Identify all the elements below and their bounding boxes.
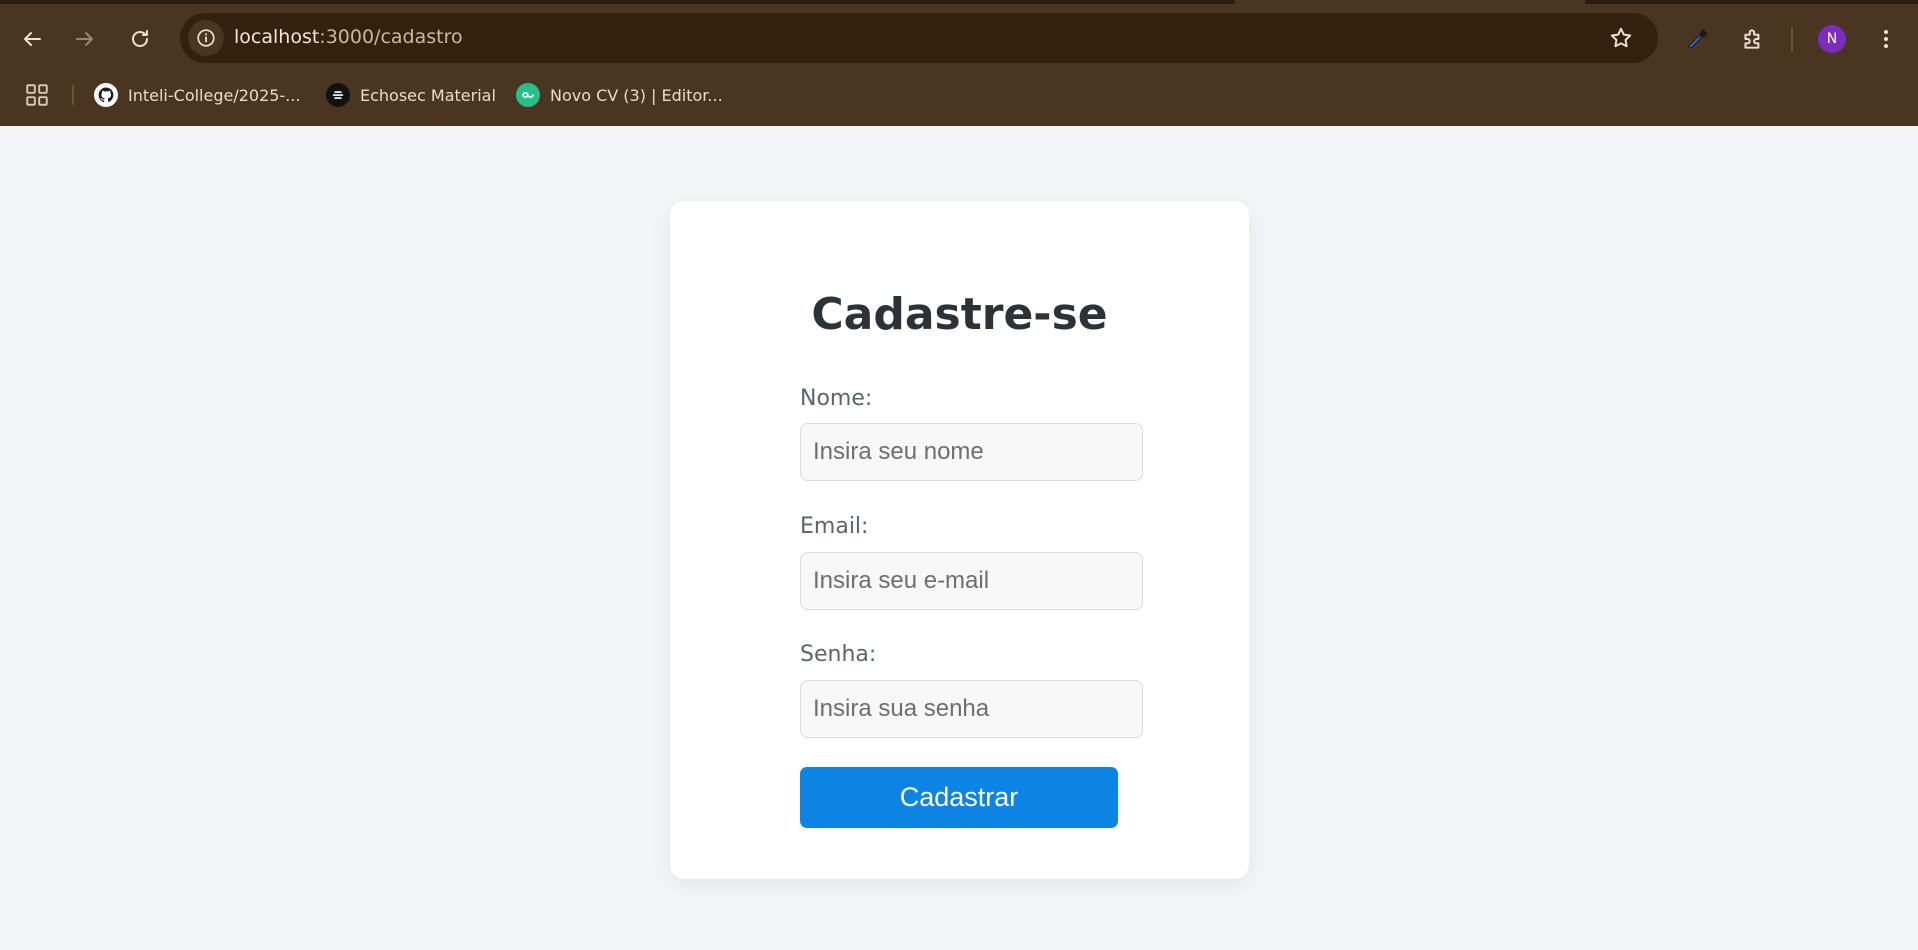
- name-input[interactable]: [800, 423, 1143, 481]
- tab-strip: [0, 0, 1918, 4]
- puzzle-icon: [1744, 29, 1760, 49]
- url-path: :3000/cadastro: [319, 26, 463, 48]
- eyedropper-icon: [1688, 29, 1708, 49]
- browser-toolbar: localhost:3000/cadastro N Inteli-College…: [0, 0, 1918, 126]
- profile-avatar[interactable]: N: [1818, 25, 1846, 53]
- forward-button[interactable]: [66, 20, 104, 58]
- browser-menu-button[interactable]: [1870, 23, 1902, 55]
- signup-card: Cadastre-se Nome: Email: Senha: Cadastra…: [670, 201, 1249, 879]
- email-input[interactable]: [800, 552, 1143, 610]
- bookmark-label: Echosec Material: [360, 85, 496, 105]
- active-tab[interactable]: [1235, 0, 1585, 4]
- site-info-button[interactable]: [188, 20, 224, 56]
- bookmark-star-icon[interactable]: [1608, 25, 1634, 51]
- bookmark-inteli-college[interactable]: Inteli-College/2025-...: [94, 80, 300, 110]
- page-title: Cadastre-se: [811, 289, 1108, 340]
- submit-button[interactable]: Cadastrar: [800, 767, 1118, 828]
- back-button[interactable]: [13, 20, 51, 58]
- bookmarks-bar: Inteli-College/2025-... Echosec Material…: [0, 76, 1918, 114]
- toolbar-divider: [1791, 27, 1793, 51]
- apps-grid-icon[interactable]: [24, 82, 50, 108]
- kebab-menu-icon: [1884, 30, 1888, 48]
- reload-icon: [132, 30, 148, 47]
- email-label: Email:: [800, 514, 869, 539]
- arrow-right-icon: [76, 32, 93, 46]
- bookmark-label: Novo CV (3) | Editor...: [550, 85, 723, 105]
- bookmarks-divider: [72, 85, 74, 105]
- url-host: localhost: [234, 26, 320, 48]
- password-label: Senha:: [800, 642, 877, 667]
- arrow-left-icon: [24, 32, 41, 46]
- bookmark-novo-cv[interactable]: Novo CV (3) | Editor...: [516, 80, 723, 110]
- novo-cv-icon: [516, 83, 540, 107]
- bookmark-label: Inteli-College/2025-...: [128, 85, 301, 105]
- bookmark-echosec-material[interactable]: Echosec Material: [326, 80, 496, 110]
- url-text[interactable]: localhost:3000/cadastro: [234, 26, 463, 48]
- extensions-button[interactable]: [1737, 23, 1769, 55]
- eyedropper-extension-button[interactable]: [1682, 23, 1714, 55]
- github-icon: [94, 83, 118, 107]
- name-label: Nome:: [800, 386, 873, 411]
- reload-button[interactable]: [121, 20, 159, 58]
- echosec-icon: [326, 83, 350, 107]
- info-icon: [197, 29, 215, 47]
- address-bar[interactable]: localhost:3000/cadastro: [180, 13, 1658, 63]
- password-input[interactable]: [800, 680, 1143, 738]
